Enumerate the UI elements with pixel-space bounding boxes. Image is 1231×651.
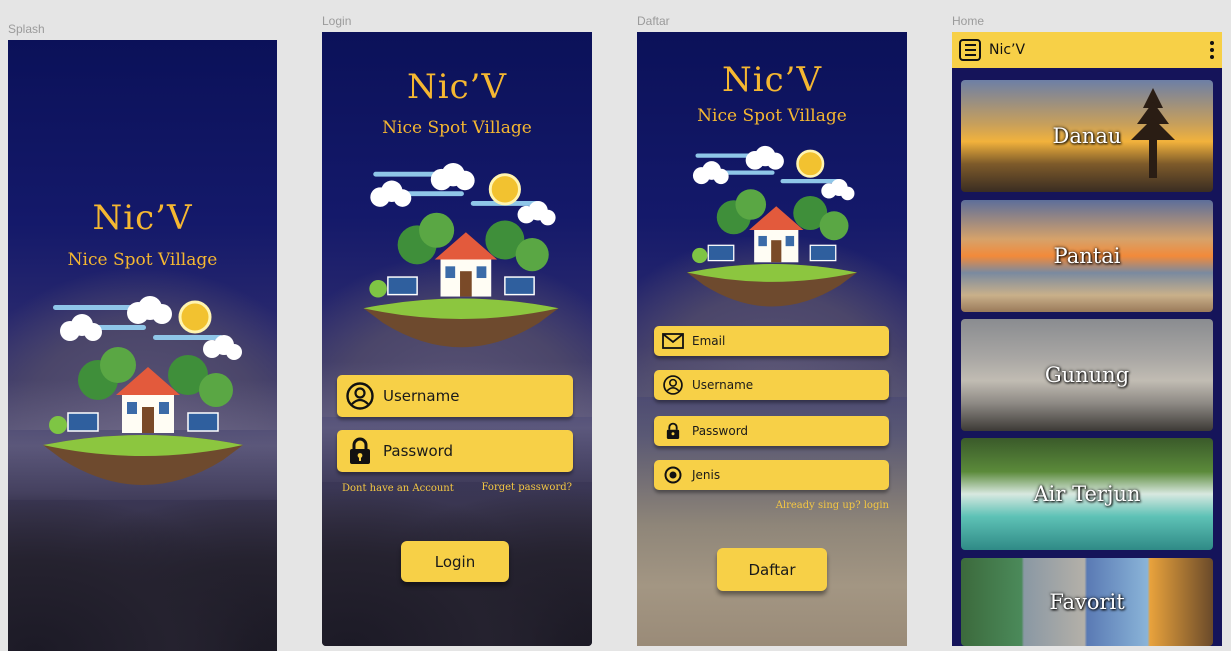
- jenis-label: Jenis: [692, 468, 721, 482]
- floating-island-illustration: [38, 295, 248, 495]
- username-label: Username: [383, 387, 460, 405]
- app-subtitle: Nice Spot Village: [67, 250, 218, 270]
- lock-icon: [337, 436, 383, 466]
- daftar-button[interactable]: Daftar: [717, 548, 827, 591]
- app-title: Nic’V: [406, 67, 508, 107]
- lock-icon: [654, 421, 692, 441]
- password-label: Password: [383, 442, 454, 460]
- tree-silhouette: [8, 491, 277, 651]
- category-label: Air Terjun: [1033, 482, 1141, 506]
- password-field[interactable]: Password: [337, 430, 573, 472]
- splash-screen: Nic’V Nice Spot Village: [8, 40, 277, 651]
- username-field[interactable]: Username: [654, 370, 889, 400]
- login-screen: Nic’V Nice Spot Village Username Passwor…: [322, 32, 592, 646]
- username-field[interactable]: Username: [337, 375, 573, 417]
- radio-icon: [654, 466, 692, 484]
- category-card-pantai[interactable]: Pantai: [961, 200, 1213, 312]
- temple-silhouette: [1131, 88, 1175, 178]
- user-circle-icon: [337, 382, 383, 410]
- frame-label-daftar: Daftar: [637, 14, 670, 28]
- app-subtitle: Nice Spot Village: [697, 106, 847, 126]
- frame-label-login: Login: [322, 14, 352, 28]
- username-label: Username: [692, 378, 754, 392]
- daftar-screen: Nic’V Nice Spot Village Email Username P…: [637, 32, 907, 646]
- jenis-field[interactable]: Jenis: [654, 460, 889, 490]
- frame-label-splash: Splash: [8, 22, 45, 36]
- email-field[interactable]: Email: [654, 326, 889, 356]
- category-label: Pantai: [1053, 244, 1121, 268]
- envelope-icon: [654, 333, 692, 349]
- category-card-gunung[interactable]: Gunung: [961, 319, 1213, 431]
- home-screen: Nic’V Danau Pantai Gunung Air Terjun Fav…: [952, 32, 1222, 646]
- already-login-link[interactable]: Already sing up? login: [776, 500, 889, 511]
- user-circle-icon: [654, 375, 692, 395]
- category-card-favorit[interactable]: Favorit: [961, 558, 1213, 646]
- menu-icon[interactable]: [959, 39, 981, 61]
- password-label: Password: [692, 424, 749, 438]
- floating-island-illustration: [356, 162, 566, 357]
- category-label: Gunung: [1044, 363, 1130, 387]
- floating-island-illustration: [682, 145, 862, 315]
- frame-label-home: Home: [952, 14, 985, 28]
- email-label: Email: [692, 334, 726, 348]
- category-card-air-terjun[interactable]: Air Terjun: [961, 438, 1213, 550]
- no-account-link[interactable]: Dont have an Account: [342, 483, 454, 494]
- app-title: Nic’V: [92, 198, 193, 238]
- password-field[interactable]: Password: [654, 416, 889, 446]
- app-subtitle: Nice Spot Village: [382, 118, 532, 138]
- more-vert-icon[interactable]: [1210, 41, 1214, 59]
- category-label: Danau: [1052, 124, 1122, 148]
- category-card-danau[interactable]: Danau: [961, 80, 1213, 192]
- forget-password-link[interactable]: Forget password?: [482, 482, 572, 493]
- home-app-title: Nic’V: [989, 42, 1026, 58]
- home-app-bar: Nic’V: [952, 32, 1222, 68]
- app-title: Nic’V: [721, 60, 823, 100]
- login-button[interactable]: Login: [401, 541, 509, 582]
- category-label: Favorit: [1049, 590, 1125, 614]
